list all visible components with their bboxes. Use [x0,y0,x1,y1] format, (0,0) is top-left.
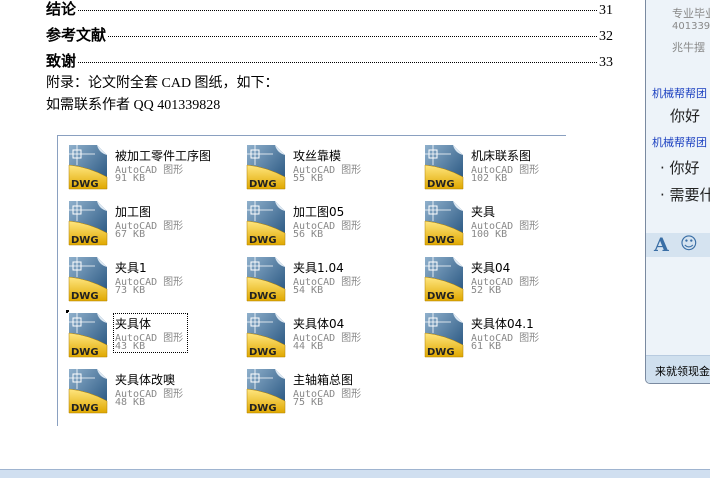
dwg-file-icon: DWG [423,255,465,303]
file-item[interactable]: DWG 攻丝靠模 AutoCAD 图形 55 KB [245,143,415,193]
chat-message: 你好 [670,107,701,125]
chat-footer-text: 来就领现金 [655,365,710,378]
svg-text:DWG: DWG [249,403,277,414]
file-item[interactable]: DWG 夹具体04 AutoCAD 图形 44 KB [245,311,415,361]
file-item[interactable]: DWG 夹具体04.1 AutoCAD 图形 61 KB [423,311,593,361]
file-size: 61 KB [471,341,502,352]
svg-text:DWG: DWG [71,235,99,246]
contact-text: 如需联系作者 QQ 401339828 [46,98,221,113]
dwg-file-icon: DWG [67,311,109,359]
svg-text:DWG: DWG [249,235,277,246]
svg-text:DWG: DWG [427,235,455,246]
dwg-file-icon: DWG [245,311,287,359]
file-item[interactable]: DWG 夹具1 AutoCAD 图形 73 KB [67,255,237,305]
chat-panel: 专业毕业 4013398 兆牛摆 机械帮帮团 你好 机械帮帮团 · 你好 · 需… [645,0,710,384]
toc-row: 参考文献 32 [46,24,613,45]
toc-leader [78,10,597,11]
chat-sender: 机械帮帮团 [652,136,707,149]
file-size: 75 KB [293,397,324,408]
dwg-file-icon: DWG [67,255,109,303]
chat-info-line: 兆牛摆 [672,41,705,54]
file-item[interactable]: DWG 机床联系图 AutoCAD 图形 102 KB [423,143,593,193]
dwg-file-icon: DWG [423,199,465,247]
dwg-file-icon: DWG [67,199,109,247]
chat-footer[interactable]: 来就领现金 [646,355,710,383]
svg-text:DWG: DWG [71,403,99,414]
svg-text:DWG: DWG [71,179,99,190]
file-item[interactable]: DWG 被加工零件工序图 AutoCAD 图形 91 KB [67,143,237,193]
chat-message: · 需要什 [660,186,710,204]
emoji-icon[interactable]: ☺ [680,234,698,254]
file-size: 54 KB [293,285,324,296]
font-icon[interactable]: A [654,234,669,256]
file-size: 48 KB [115,397,146,408]
toc-page: 31 [599,3,613,18]
toc-row: 致谢 33 [46,50,613,71]
toc-page: 33 [599,55,613,70]
toc-title: 参考文献 [46,28,107,44]
toc-title: 结论 [46,2,77,18]
file-size: 55 KB [293,173,324,184]
dwg-file-icon: DWG [245,199,287,247]
dwg-file-icon: DWG [245,255,287,303]
toc-leader [108,36,597,37]
toc-leader [78,62,597,63]
svg-text:DWG: DWG [71,347,99,358]
chat-info-line: 专业毕业 [672,7,710,20]
file-size: 52 KB [471,285,502,296]
appendix-text: 附录：论文附全套 CAD 图纸，如下： [46,76,279,91]
file-item[interactable]: DWG 夹具 AutoCAD 图形 100 KB [423,199,593,249]
file-size: 91 KB [115,173,146,184]
dwg-file-icon: DWG [67,143,109,191]
file-size: 73 KB [115,285,146,296]
svg-text:DWG: DWG [427,179,455,190]
dwg-file-icon: DWG [245,367,287,415]
dwg-file-icon: DWG [423,311,465,359]
dwg-file-icon: DWG [423,143,465,191]
dwg-file-icon: DWG [245,143,287,191]
svg-text:DWG: DWG [249,347,277,358]
file-size: 100 KB [471,229,508,240]
chat-sender: 机械帮帮团 [652,87,707,100]
chat-info-line: 4013398 [672,21,710,32]
file-item[interactable]: DWG 夹具04 AutoCAD 图形 52 KB [423,255,593,305]
svg-text:DWG: DWG [249,179,277,190]
file-item[interactable]: DWG 加工图 AutoCAD 图形 67 KB [67,199,237,249]
svg-text:DWG: DWG [249,291,277,302]
toc-page: 32 [599,29,613,44]
file-size: 56 KB [293,229,324,240]
toc-title: 致谢 [46,54,77,70]
file-item[interactable]: DWG 夹具体 AutoCAD 图形 43 KB [67,311,237,361]
file-size: 67 KB [115,229,146,240]
file-item[interactable]: DWG 夹具1.04 AutoCAD 图形 54 KB [245,255,415,305]
chat-toolbar: A ☺ [646,233,710,257]
svg-text:DWG: DWG [427,347,455,358]
file-item[interactable]: DWG 夹具体改噢 AutoCAD 图形 48 KB [67,367,237,417]
svg-text:DWG: DWG [427,291,455,302]
selection-focus [113,313,188,353]
file-item[interactable]: DWG 加工图05 AutoCAD 图形 56 KB [245,199,415,249]
file-size: 44 KB [293,341,324,352]
dwg-file-icon: DWG [67,367,109,415]
file-item[interactable]: DWG 主轴箱总图 AutoCAD 图形 75 KB [245,367,415,417]
toc-row: 结论 31 [46,0,613,19]
svg-text:DWG: DWG [71,291,99,302]
chat-message: · 你好 [660,159,700,177]
file-size: 102 KB [471,173,508,184]
